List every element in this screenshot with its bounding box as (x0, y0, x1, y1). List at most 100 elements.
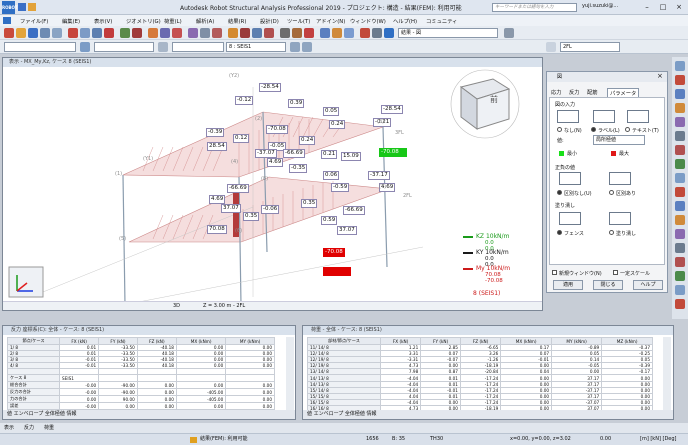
new-window-checkbox[interactable] (552, 270, 557, 275)
table-cell[interactable]: -0.00 (59, 381, 100, 390)
help-button[interactable]: ヘルプ (633, 280, 663, 290)
offset-tool-icon[interactable] (675, 201, 685, 211)
table-row[interactable]: 力の合計 0.00 90.00 0.00 -405.00 0.00 (6, 395, 275, 404)
undo-icon[interactable] (120, 28, 130, 38)
menu-addins[interactable]: アドイン(N) (316, 17, 345, 25)
vertical-scrollbar[interactable] (286, 337, 294, 410)
node-tool-icon[interactable] (675, 75, 685, 85)
table-cell[interactable]: 総合合計 (6, 381, 61, 390)
view-tool-icon[interactable] (675, 61, 685, 71)
table-cell[interactable] (136, 374, 177, 383)
print-icon[interactable] (40, 28, 50, 38)
min-color-swatch[interactable] (559, 151, 564, 156)
table-header[interactable]: FZ (kN) (136, 337, 177, 345)
robot-logo-icon[interactable]: ROBOT (2, 1, 18, 14)
close-icon[interactable]: × (672, 1, 686, 13)
menu-view[interactable]: 表示(V) (94, 17, 112, 25)
report-icon[interactable] (264, 28, 274, 38)
display-icon[interactable] (212, 28, 222, 38)
table-tabs[interactable]: 値 エンベロープ 全体極値 情報 (303, 410, 673, 419)
cut-icon[interactable] (68, 28, 78, 38)
table-cell[interactable]: 力の合計 (6, 395, 61, 404)
filter-icon[interactable] (158, 42, 168, 52)
next-case-icon[interactable] (302, 42, 312, 52)
menu-help[interactable]: ヘルプ(H) (393, 17, 417, 25)
radio-labels[interactable] (591, 127, 596, 132)
release-tool-icon[interactable] (675, 187, 685, 197)
fence-icon[interactable] (559, 212, 581, 225)
table-cell[interactable]: -405.00 (175, 388, 227, 397)
z-level[interactable]: Z = 3.00 m - 2FL (203, 302, 245, 311)
menu-loads[interactable]: 荷重(L) (164, 17, 182, 25)
fill-icon[interactable] (609, 212, 631, 225)
table-header[interactable]: MY (kNm) (225, 337, 275, 345)
table-row[interactable]: 誤差 -0.00 0.00 0.00 0.00 0.00 (6, 402, 275, 411)
tools-icon[interactable] (280, 28, 290, 38)
tab-view[interactable]: 表示 (4, 423, 14, 433)
table-row[interactable]: 総合合計 -0.00 -90.00 0.00 0.00 0.00 (6, 381, 275, 390)
delete-icon[interactable] (104, 28, 114, 38)
table-cell[interactable] (175, 374, 227, 383)
tables-icon[interactable] (332, 28, 342, 38)
menu-tools[interactable]: ツール(T) (287, 17, 310, 25)
max-color-swatch[interactable] (611, 151, 616, 156)
menu-results[interactable]: 結果(R) (228, 17, 246, 25)
preview-icon[interactable] (52, 28, 62, 38)
menu-window[interactable]: ウィンドウ(W) (350, 17, 386, 25)
radio-text[interactable] (625, 127, 630, 132)
table-cell[interactable]: 0.00 (175, 381, 227, 390)
constant-scale-checkbox[interactable] (613, 270, 618, 275)
structure-diagram[interactable] (3, 67, 542, 301)
load-tool-icon[interactable] (675, 145, 685, 155)
table-cell[interactable]: 誤差 (6, 402, 61, 411)
table-cell[interactable]: 0.00 (225, 395, 275, 404)
menu-file[interactable]: ファイル(F) (20, 17, 48, 25)
paste-icon[interactable] (92, 28, 102, 38)
values-select[interactable]: 局所極値 (593, 135, 645, 145)
table-cell[interactable]: 0.00 (225, 402, 275, 411)
node-selection-input[interactable] (4, 42, 76, 52)
dimension-tool-icon[interactable] (675, 271, 685, 281)
loads-icon[interactable] (360, 28, 370, 38)
section-tool-icon[interactable] (675, 117, 685, 127)
magnet-icon[interactable] (172, 28, 182, 38)
tab-forces[interactable]: 応力 (551, 88, 562, 96)
support-tool-icon[interactable] (675, 103, 685, 113)
table-cell[interactable]: 0.00 (225, 388, 275, 397)
panel-tool-icon[interactable] (675, 159, 685, 169)
open-quick-icon[interactable] (28, 3, 36, 11)
tab-reactions[interactable]: 反力 (569, 88, 580, 96)
apply-button[interactable]: 適用 (553, 280, 583, 290)
cable-tool-icon[interactable] (675, 215, 685, 225)
reactions-table[interactable]: 節点/ケース FX (kN) FY (kN) FZ (kN) MX (kNm) MY (k… (6, 337, 275, 418)
material-tool-icon[interactable] (675, 131, 685, 141)
story-tool-icon[interactable] (675, 229, 685, 239)
table-cell[interactable]: 0.00 (98, 402, 138, 411)
tab-reaction[interactable]: 反力 (24, 423, 34, 433)
table-cell[interactable]: -0.00 (59, 402, 100, 411)
table-header[interactable]: FY (kN) (98, 337, 138, 345)
table-header[interactable]: 部材/節点/ケース (307, 337, 381, 345)
story-select[interactable]: 2FL (560, 42, 620, 52)
close-button[interactable]: 閉じる (593, 280, 623, 290)
table-cell[interactable]: 0.00 (136, 402, 177, 411)
table-cell[interactable]: 0.00 (136, 388, 177, 397)
table-header[interactable]: MZ (kNm) (601, 337, 653, 345)
dialog-close-icon[interactable]: × (657, 72, 663, 80)
minimize-icon[interactable]: – (640, 1, 654, 13)
table-header[interactable]: MY (kNm) (551, 337, 603, 345)
menu-design[interactable]: 設計(D) (260, 17, 279, 25)
radio-none[interactable] (557, 127, 562, 132)
layout-icon[interactable] (320, 28, 330, 38)
table-cell[interactable]: -90.00 (98, 388, 138, 397)
settings-icon[interactable] (292, 28, 302, 38)
menu-edit[interactable]: 編集(E) (62, 17, 80, 25)
table-cell[interactable]: 0.00 (225, 381, 275, 390)
supports-icon[interactable] (372, 28, 382, 38)
prev-case-icon[interactable] (290, 42, 300, 52)
3d-viewport[interactable]: 表示 - MX_My,Kz, ケース 8 (SEIS1) 前 -28.54 -0… (2, 57, 543, 311)
tab-reinforcement[interactable]: 配筋 (587, 88, 598, 96)
copy-icon[interactable] (80, 28, 90, 38)
table-header[interactable]: MX (kNm) (175, 337, 227, 345)
view-icon[interactable] (344, 28, 354, 38)
